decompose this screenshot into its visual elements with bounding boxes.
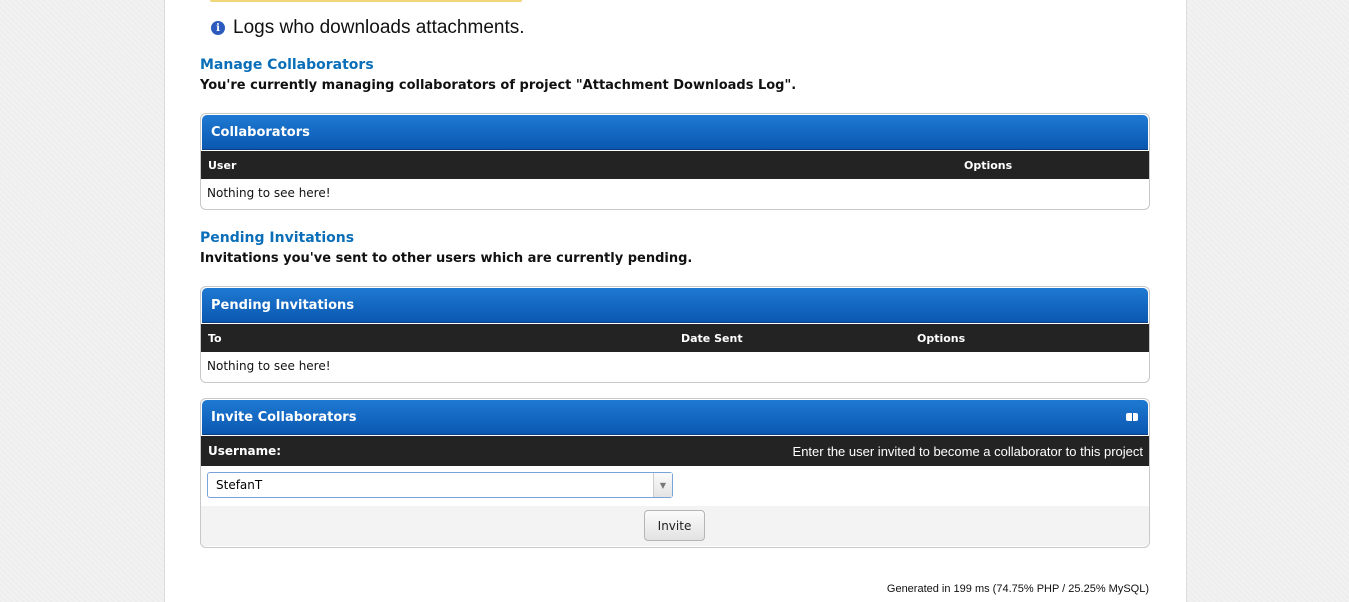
description-text: Logs who downloads attachments. (233, 17, 525, 38)
collaborators-table: Collaborators User Options Nothing to se… (200, 113, 1150, 210)
column-user: User (208, 159, 237, 172)
invite-panel-header: Invite Collaborators (202, 400, 1148, 435)
username-hint: Enter the user invited to become a colla… (792, 444, 1143, 459)
button-row: Invite (201, 506, 1149, 546)
pending-header-row: To Date Sent Options (201, 324, 1149, 352)
highlight-bar (210, 0, 522, 2)
invite-button[interactable]: Invite (644, 510, 705, 541)
info-icon: i (211, 21, 225, 35)
invite-panel-title: Invite Collaborators (211, 409, 357, 425)
project-description: i Logs who downloads attachments. (211, 16, 525, 40)
username-label: Username: (208, 444, 282, 458)
generation-stats: Generated in 199 ms (74.75% PHP / 25.25%… (886, 583, 1149, 595)
column-to: To (208, 332, 222, 345)
column-options: Options (964, 159, 1013, 172)
dropdown-arrow-icon[interactable]: ▼ (653, 473, 672, 497)
column-options: Options (917, 332, 966, 345)
collapse-icon[interactable] (1126, 413, 1138, 421)
manage-collaborators-subtitle: You're currently managing collaborators … (200, 78, 797, 93)
collaborators-header-row: User Options (201, 151, 1149, 179)
pending-invitations-subtitle: Invitations you've sent to other users w… (200, 251, 693, 266)
empty-message: Nothing to see here! (207, 186, 331, 200)
collaborators-table-title: Collaborators (202, 115, 1148, 150)
manage-collaborators-heading: Manage Collaborators (200, 57, 374, 73)
pending-invitations-table: Pending Invitations To Date Sent Options… (200, 286, 1150, 383)
column-date-sent: Date Sent (681, 332, 743, 345)
empty-message: Nothing to see here! (207, 359, 331, 373)
username-select[interactable]: StefanT ▼ (207, 472, 673, 498)
pending-table-title: Pending Invitations (202, 288, 1148, 323)
username-input-row: StefanT ▼ (201, 466, 1149, 506)
selected-username: StefanT (216, 478, 263, 492)
pending-invitations-heading: Pending Invitations (200, 230, 355, 246)
username-row: Username: Enter the user invited to beco… (201, 436, 1149, 466)
invite-collaborators-panel: Invite Collaborators Username: Enter the… (200, 398, 1150, 548)
